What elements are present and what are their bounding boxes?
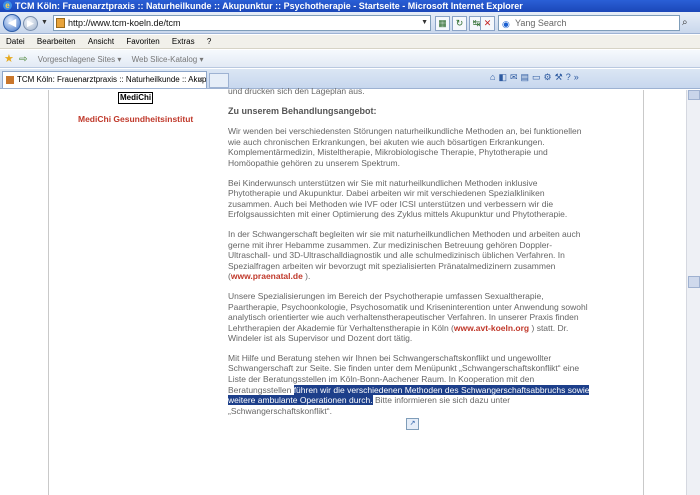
accelerator-icon[interactable]: ↗ (406, 418, 419, 431)
paragraph-psychotherapie: Unsere Spezialisierungen im Bereich der … (228, 291, 590, 344)
address-dropdown-icon[interactable]: ▼ (421, 16, 428, 30)
command-bar-icons: ⌂◧✉▤▭⚙⚒?» (490, 72, 582, 83)
suggested-sites-link[interactable]: Vorgeschlagene Sites ▾ (38, 55, 122, 64)
menu-bearbeiten[interactable]: Bearbeiten (37, 37, 76, 46)
tools-menu-icon[interactable]: ⚒ (555, 72, 566, 82)
forward-button[interactable]: ▶ (23, 16, 38, 31)
feeds-icon[interactable]: ◧ (498, 72, 510, 82)
scroll-thumb[interactable] (688, 276, 700, 288)
side-nav-label[interactable]: MediChi Gesundheitsinstitut (78, 114, 193, 124)
menu-help[interactable]: ? (207, 37, 211, 46)
link-avt-koeln[interactable]: www.avt-koeln.org (454, 323, 529, 333)
search-icon[interactable]: ⌕ (682, 17, 688, 28)
favorites-bar: ★ ⇨ Vorgeschlagene Sites ▾ Web Slice-Kat… (0, 50, 700, 68)
add-favorite-icon[interactable]: ⇨ (19, 54, 27, 65)
site-logo[interactable]: MediChi (118, 92, 154, 104)
stop-icon[interactable]: ✕ (480, 16, 495, 31)
help-menu-icon[interactable]: ? (566, 72, 574, 82)
search-placeholder: Yang Search (515, 18, 567, 28)
section-heading: Zu unserem Behandlungsangebot: (228, 105, 377, 116)
page-menu-icon[interactable]: ▭ (532, 72, 544, 82)
back-button[interactable]: ◀ (3, 14, 21, 32)
page-icon (56, 18, 65, 28)
top-line: und drucken sich den Lageplan aus. (228, 86, 365, 96)
menu-favoriten[interactable]: Favoriten (126, 37, 159, 46)
window-title: TCM Köln: Frauenarztpraxis :: Naturheilk… (15, 1, 523, 11)
paragraph-schwangerschaftskonflikt: Mit Hilfe und Beratung stehen wir Ihnen … (228, 353, 590, 431)
favorites-star-icon[interactable]: ★ (4, 53, 14, 65)
search-input[interactable]: ◉ Yang Search (498, 15, 680, 31)
menu-ansicht[interactable]: Ansicht (88, 37, 114, 46)
main-content: und drucken sich den Lageplan aus. Zu un… (228, 86, 590, 439)
menu-datei[interactable]: Datei (6, 37, 25, 46)
tab-label: TCM Köln: Frauenarztpraxis :: Naturheilk… (17, 75, 207, 84)
menu-extras[interactable]: Extras (172, 37, 195, 46)
web-slice-gallery-link[interactable]: Web Slice-Katalog ▾ (132, 55, 204, 64)
compat-view-icon[interactable]: ▦ (435, 16, 450, 31)
paragraph-naturheilkunde: Wir wenden bei verschiedensten Störungen… (228, 126, 582, 168)
paragraph-kinderwunsch: Bei Kinderwunsch unterstützen wir Sie mi… (228, 177, 568, 220)
link-praenatal[interactable]: www.praenatal.de (231, 271, 303, 281)
history-dropdown-icon[interactable]: ▼ (41, 19, 48, 26)
tab-tcm-koeln[interactable]: TCM Köln: Frauenarztpraxis :: Naturheilk… (2, 71, 207, 88)
close-tab-icon[interactable]: × (198, 72, 203, 88)
paragraph-schwangerschaft: In der Schwangerschaft begleiten wir sie… (228, 229, 590, 282)
research-icon[interactable]: » (574, 72, 582, 82)
site-favicon (6, 76, 14, 84)
scroll-up-button[interactable] (688, 90, 700, 100)
ie-icon: e (3, 1, 12, 10)
refresh-icon[interactable]: ↻ (452, 16, 467, 31)
p3-end: ). (302, 271, 311, 282)
print-icon[interactable]: ▤ (521, 72, 533, 82)
new-tab-button[interactable] (209, 73, 229, 88)
address-input[interactable]: http://www.tcm-koeln.de/tcm ▼ (53, 15, 431, 31)
address-url: http://www.tcm-koeln.de/tcm (68, 18, 181, 28)
mail-icon[interactable]: ✉ (510, 72, 521, 82)
window-title-bar: e TCM Köln: Frauenarztpraxis :: Naturheil… (0, 0, 700, 12)
menu-bar: Datei Bearbeiten Ansicht Favoriten Extra… (0, 35, 700, 49)
page-viewport: MediChi MediChi Gesundheitsinstitut und … (0, 86, 700, 495)
search-provider-icon: ◉ (502, 19, 510, 29)
safety-menu-icon[interactable]: ⚙ (544, 72, 555, 82)
address-row: ◀ ▶ ▼ http://www.tcm-koeln.de/tcm ▼ ▦ ↻ … (0, 12, 700, 34)
vertical-scrollbar[interactable] (686, 90, 700, 495)
